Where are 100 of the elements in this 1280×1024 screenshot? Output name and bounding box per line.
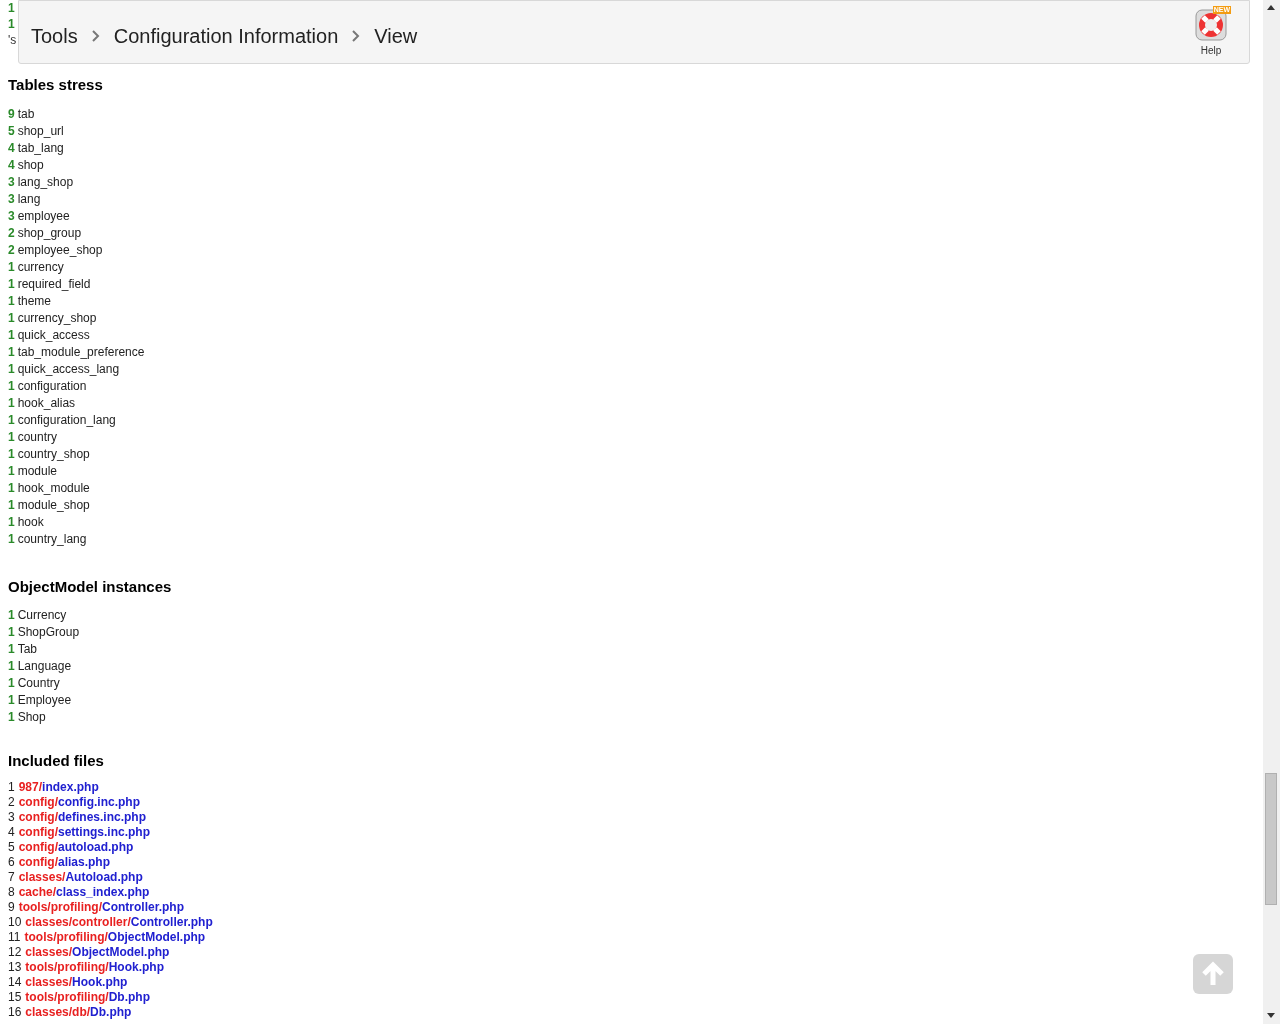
count: 1 bbox=[8, 428, 15, 446]
count: 1 bbox=[8, 343, 15, 361]
item-name: country bbox=[17, 428, 58, 446]
line-number: 5 bbox=[8, 839, 15, 855]
count: 1 bbox=[8, 394, 15, 412]
count: 1 bbox=[8, 326, 15, 344]
item-name: lang bbox=[17, 190, 41, 208]
line-number: 15 bbox=[8, 989, 22, 1005]
count: 4 bbox=[8, 156, 15, 174]
chevron-icon bbox=[91, 30, 100, 42]
count: 4 bbox=[8, 139, 15, 157]
count: 3 bbox=[8, 190, 15, 208]
line-number: 10 bbox=[8, 914, 22, 930]
file-path: config/autoload.php bbox=[18, 839, 134, 855]
count: 1 bbox=[8, 258, 15, 276]
count: 1 bbox=[8, 275, 15, 293]
scroll-top-button[interactable] bbox=[1193, 954, 1233, 994]
section-title: Tables stress bbox=[8, 75, 104, 95]
item-name: theme bbox=[17, 292, 52, 310]
line-number: 13 bbox=[8, 959, 22, 975]
line-number: 6 bbox=[8, 854, 15, 870]
count: 5 bbox=[8, 122, 15, 140]
item-name: module_shop bbox=[17, 496, 90, 514]
item-name: hook bbox=[17, 513, 44, 531]
breadcrumb-item[interactable]: Configuration Information bbox=[113, 21, 339, 51]
count: 1 bbox=[8, 360, 15, 378]
item-name: configuration bbox=[17, 377, 87, 395]
breadcrumb-item[interactable]: Tools bbox=[31, 21, 78, 51]
item-name: tab bbox=[17, 105, 35, 123]
file-path: classes/Hook.php bbox=[25, 974, 128, 990]
item-name: tab_module_preference bbox=[17, 343, 145, 361]
count: 1 bbox=[8, 530, 15, 548]
line-number: 14 bbox=[8, 974, 22, 990]
file-path: cache/class_index.php bbox=[18, 884, 150, 900]
count: 1 bbox=[8, 513, 15, 531]
count: 1 bbox=[8, 641, 15, 658]
count: 1 bbox=[8, 675, 15, 692]
item-name: module bbox=[17, 462, 58, 480]
file-path: tools/profiling/Db.php bbox=[25, 989, 150, 1005]
query-count: 1 bbox=[8, 0, 15, 16]
item-name: country_lang bbox=[17, 530, 87, 548]
sql-query: 's bbox=[8, 32, 17, 48]
item-name: employee bbox=[17, 207, 70, 225]
count: 1 bbox=[8, 377, 15, 395]
item-name: country_shop bbox=[17, 445, 90, 463]
count: 1 bbox=[8, 309, 15, 327]
line-number: 4 bbox=[8, 824, 15, 840]
chevron-icon bbox=[352, 30, 361, 42]
file-path: classes/db/Db.php bbox=[25, 1004, 132, 1020]
count: 1 bbox=[8, 462, 15, 480]
item-name: employee_shop bbox=[17, 241, 103, 259]
query-count: 1 bbox=[8, 16, 15, 32]
file-path: config/config.inc.php bbox=[18, 794, 140, 810]
line-number: 7 bbox=[8, 869, 15, 885]
item-name: quick_access bbox=[17, 326, 90, 344]
item-name: lang_shop bbox=[17, 173, 74, 191]
line-number: 3 bbox=[8, 809, 15, 825]
file-path: tools/profiling/Controller.php bbox=[18, 899, 184, 915]
item-name: hook_alias bbox=[17, 394, 76, 412]
line-number: 8 bbox=[8, 884, 15, 900]
section-title: ObjectModel instances bbox=[8, 576, 173, 597]
item-name: Currency bbox=[17, 607, 67, 624]
count: 1 bbox=[8, 292, 15, 310]
file-path: config/settings.inc.php bbox=[18, 824, 151, 840]
item-name: Employee bbox=[17, 692, 72, 709]
section-title: Included files bbox=[8, 751, 105, 771]
file-path: classes/ObjectModel.php bbox=[25, 944, 170, 960]
line-number: 9 bbox=[8, 899, 15, 915]
scroll-up-icon bbox=[1267, 5, 1275, 10]
count: 3 bbox=[8, 173, 15, 191]
item-name: quick_access_lang bbox=[17, 360, 120, 378]
item-name: currency bbox=[17, 258, 64, 276]
file-path: tools/profiling/Hook.php bbox=[25, 959, 164, 975]
item-name: hook_module bbox=[17, 479, 90, 497]
file-path: classes/controller/Controller.php bbox=[25, 914, 213, 930]
line-number: 2 bbox=[8, 794, 15, 810]
line-number: 12 bbox=[8, 944, 22, 960]
item-name: tab_lang bbox=[17, 139, 64, 157]
item-name: configuration_lang bbox=[17, 411, 116, 429]
count: 1 bbox=[8, 411, 15, 429]
count: 1 bbox=[8, 445, 15, 463]
item-name: Country bbox=[17, 675, 60, 692]
file-path: 987/index.php bbox=[18, 779, 99, 795]
scrollbar[interactable] bbox=[1263, 0, 1280, 1024]
item-name: Shop bbox=[17, 709, 46, 726]
file-path: config/alias.php bbox=[18, 854, 111, 870]
line-number: 1 bbox=[8, 779, 15, 795]
count: 1 bbox=[8, 607, 15, 624]
file-path: tools/profiling/ObjectModel.php bbox=[24, 929, 206, 945]
count: 2 bbox=[8, 224, 15, 242]
item-name: currency_shop bbox=[17, 309, 97, 327]
file-path: classes/Autoload.php bbox=[18, 869, 143, 885]
count: 9 bbox=[8, 105, 15, 123]
item-name: ShopGroup bbox=[17, 624, 80, 641]
scrollbar-thumb[interactable] bbox=[1265, 773, 1277, 905]
item-name: Language bbox=[17, 658, 72, 675]
count: 1 bbox=[8, 709, 15, 726]
count: 1 bbox=[8, 692, 15, 709]
line-number: 16 bbox=[8, 1004, 22, 1020]
item-name: shop_group bbox=[17, 224, 82, 242]
